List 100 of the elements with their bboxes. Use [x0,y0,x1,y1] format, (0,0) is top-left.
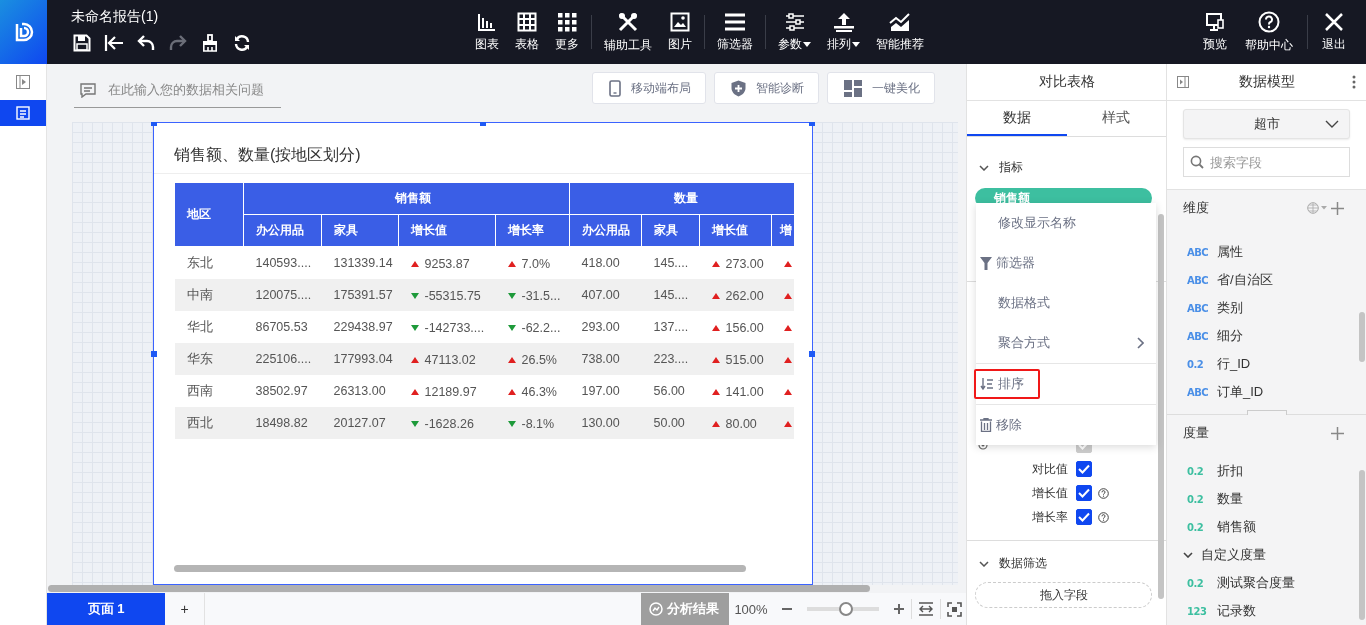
panel-tab[interactable]: 样式 [1066,101,1166,136]
scrollbar[interactable] [48,585,870,592]
scrollbar[interactable] [174,565,746,572]
resize-handle[interactable] [151,350,157,357]
toolbar-button[interactable]: 智能推荐 [868,11,932,53]
panel-tab[interactable]: 数据 [967,101,1067,136]
canvas-button[interactable]: 智能诊断 [714,72,819,104]
toolbar-button[interactable]: 筛选器 [709,11,761,53]
trash-icon [980,418,992,432]
menu-item[interactable]: 移除 [974,410,1028,440]
image-icon [670,11,690,32]
field-item[interactable]: 0.2 测试聚合度量 [1187,569,1366,597]
drop-field-button[interactable]: 拖入字段 [975,582,1152,608]
table-cell: 177993.04 [333,352,393,366]
field-group[interactable]: 自定义度量 [1201,546,1266,564]
scrollbar[interactable] [1359,470,1365,620]
save-icon[interactable] [71,32,93,54]
chevron-icon[interactable] [979,164,989,171]
resize-handle[interactable] [1247,410,1287,415]
table-cell: -1628.26 [424,416,474,431]
zoom-in-icon[interactable] [893,603,905,615]
table-cell: 145.... [653,256,689,270]
type-label: 0.2 [1187,358,1205,370]
checkbox[interactable] [1076,461,1092,477]
table-cell: 80.00 [725,416,757,431]
chevron-down-icon [1325,120,1339,128]
field-item[interactable]: ABC 订单_ID [1187,378,1366,406]
field-item[interactable]: 0.2 行_ID [1187,350,1366,378]
toolbar-button[interactable]: 参数 [770,11,819,53]
data-source-select[interactable]: 超市 [1183,109,1350,139]
menu-item[interactable]: 排序 [974,369,1040,399]
toolbar-button[interactable]: 帮助中心 [1237,10,1301,54]
chevron-icon[interactable] [1183,552,1193,558]
table-cell: -142733.... [424,320,485,335]
section-title: 指标 [999,159,1023,176]
column-header: 家具 [321,214,399,247]
table-cell: 20127.07 [333,416,386,430]
table-cell: 56.00 [653,384,685,398]
field-item[interactable]: ABC 属性 [1187,238,1366,266]
page-tab[interactable]: 页面 1 [47,593,165,625]
table-cell: 407.00 [581,288,620,302]
report-icon[interactable] [0,100,46,126]
menu-item[interactable]: 修改显示名称 [974,208,1082,238]
type-label: 0.2 [1187,493,1205,505]
toolbar-button[interactable]: 预览 [1195,11,1235,53]
toolbar-button[interactable]: 更多 [547,11,587,53]
menu-item[interactable]: 筛选器 [974,248,1041,278]
field-item[interactable]: ABC 细分 [1187,322,1366,350]
type-label: 123 [1187,605,1207,617]
toolbar-button[interactable]: 图片 [660,11,700,53]
menu-item[interactable]: 数据格式 [974,288,1056,318]
option-label: 增长值 [1032,485,1068,500]
chart-card[interactable] [153,122,813,585]
scrollbar[interactable] [1158,214,1164,599]
table-cell: 华北 [174,311,244,343]
checkbox[interactable] [1076,509,1092,525]
menu-item[interactable]: 聚合方式 [974,328,1056,358]
question-field[interactable]: 在此输入您的数据相关问题 [74,72,281,108]
table-cell: 738.00 [581,352,620,366]
toolbar-button[interactable]: 表格 [507,11,547,53]
table-cell: 26313.00 [333,384,386,398]
toolbar-button[interactable]: 退出 [1314,11,1354,53]
field-item[interactable]: 0.2 销售额 [1187,513,1366,541]
close-icon [1324,11,1344,32]
field-item[interactable]: 0.2 折扣 [1187,457,1366,485]
table-cell: 293.00 [581,320,620,334]
help-icon[interactable] [1098,511,1109,523]
help-icon [1258,10,1280,33]
analysis-icon [649,602,663,616]
table-cell: 47113.02 [424,352,476,367]
back-to-start-icon[interactable] [103,32,125,54]
toolbar-button[interactable]: 排列 [819,11,868,53]
scrollbar[interactable] [1359,312,1365,362]
field-item[interactable]: 123 记录数 [1187,597,1366,625]
field-item[interactable]: ABC 类别 [1187,294,1366,322]
help-icon[interactable] [1098,487,1109,499]
tools-icon [617,10,639,33]
checkbox[interactable] [1076,485,1092,501]
toolbar-button[interactable]: 图表 [467,11,507,53]
chevron-icon[interactable] [979,560,989,567]
fullscreen-icon[interactable] [947,601,962,617]
panel-toggle-icon[interactable] [1177,76,1189,88]
canvas-button[interactable]: 一键美化 [827,72,935,104]
add-page-button[interactable]: + [165,593,205,625]
canvas-button[interactable]: 移动端布局 [592,72,706,104]
table-cell: -31.5... [521,288,561,303]
field-item[interactable]: 0.2 数量 [1187,485,1366,513]
column-header: 增长率 [495,214,570,247]
field-item[interactable]: ABC 省/自治区 [1187,266,1366,294]
app-logo[interactable] [0,0,47,64]
more-icon[interactable] [1352,75,1356,89]
type-label: ABC [1187,246,1207,258]
search-field[interactable]: 搜索字段 [1183,147,1350,177]
column-header: 增长值 [398,214,496,247]
fit-width-icon[interactable] [918,602,934,616]
add-icon[interactable] [1331,201,1344,215]
panel-title: 数据模型 [1238,73,1295,91]
resize-handle[interactable] [809,350,815,357]
add-icon[interactable] [1331,426,1344,440]
toolbar-button[interactable]: 辅助工具 [596,10,660,54]
